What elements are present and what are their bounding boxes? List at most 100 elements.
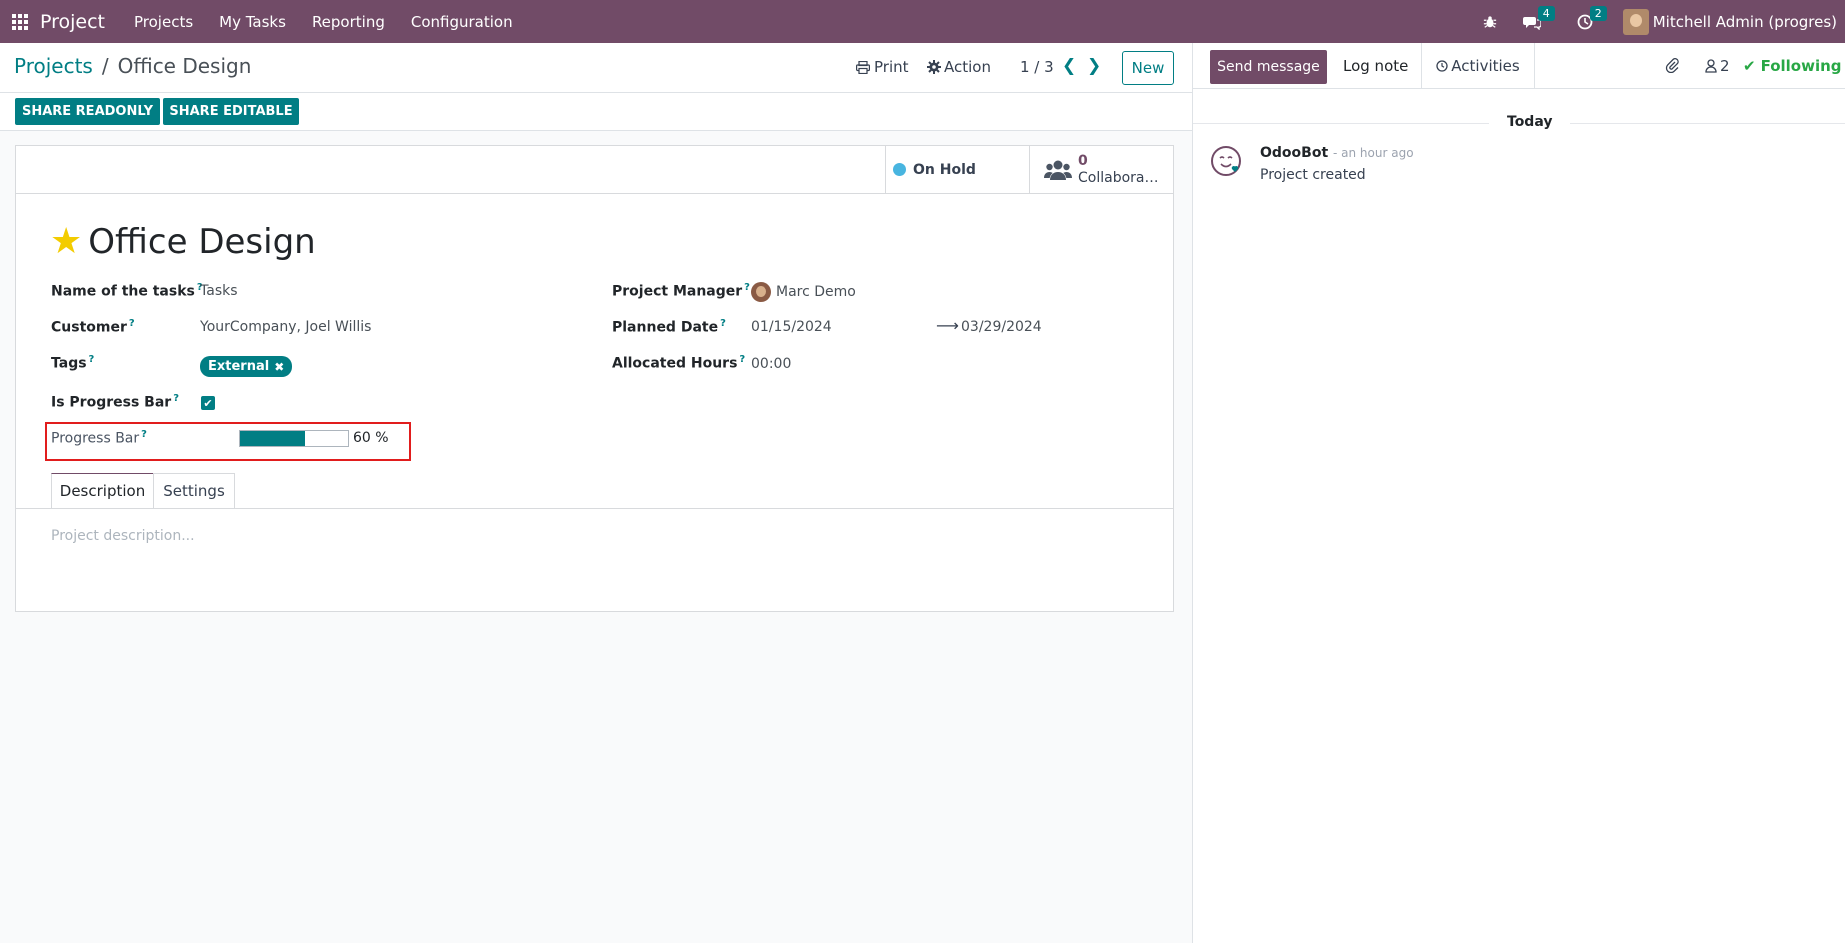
chatter-panel: Send message Log note Activities 2 ✔ Fol… [1192,43,1845,943]
tag-remove-icon[interactable]: ✖ [274,360,284,374]
pager-previous-icon[interactable]: ❮ [1062,56,1076,76]
print-icon [856,60,870,74]
favorite-star-icon[interactable]: ★ [50,224,82,260]
is-progress-label: Is Progress Bar? [51,393,179,411]
log-note-button[interactable]: Log note [1343,57,1408,75]
customer-field[interactable]: YourCompany, Joel Willis [200,319,371,335]
print-button[interactable]: Print [856,58,909,76]
project-title[interactable]: Office Design [88,222,315,262]
paperclip-icon[interactable] [1665,57,1679,73]
send-message-button[interactable]: Send message [1210,50,1327,84]
breadcrumb: Projects / Office Design [14,54,251,78]
manager-avatar [751,282,771,302]
print-label: Print [874,58,909,76]
message-time: - an hour ago [1333,146,1414,160]
activities-button[interactable]: Activities [1421,43,1535,89]
message-author: OdooBot - an hour ago [1260,145,1414,161]
description-editor[interactable]: Project description... [51,528,195,544]
status-dot-icon [893,163,906,176]
following-button[interactable]: ✔ Following [1743,57,1842,75]
pager-next-icon[interactable]: ❯ [1087,56,1101,76]
form-sheet: On Hold 0 Collabora… ★ Office Design Nam… [15,145,1174,612]
menu-reporting[interactable]: Reporting [312,13,385,31]
action-label: Action [944,58,991,76]
user-icon [1705,59,1717,73]
allocated-hours-label: Allocated Hours? [612,354,746,372]
user-menu[interactable]: Mitchell Admin (progres) [1622,8,1837,35]
following-label: Following [1760,57,1842,75]
progress-bar-fill [240,431,305,446]
gear-icon [927,60,941,74]
form-button-bar: SHARE READONLY SHARE EDITABLE [0,93,1192,131]
manager-field[interactable]: Marc Demo [751,282,856,302]
collaborators-count: 0 [1078,152,1088,169]
new-button[interactable]: New [1122,51,1174,85]
customer-label: Customer? [51,318,135,336]
progress-label: Progress Bar? [51,429,147,447]
breadcrumb-projects[interactable]: Projects [14,54,93,78]
clock-icon[interactable]: 2 [1577,5,1607,30]
author-name[interactable]: OdooBot [1260,145,1328,161]
arrow-right-icon: ⟶ [936,316,959,335]
activities-badge: 2 [1589,5,1607,21]
tab-settings[interactable]: Settings [153,473,235,509]
menu-my-tasks[interactable]: My Tasks [219,13,286,31]
help-icon[interactable]: ? [173,393,179,404]
status-button[interactable]: On Hold [885,146,1030,193]
app-brand[interactable]: Project [40,11,105,33]
bug-icon[interactable] [1483,15,1497,29]
followers-button[interactable]: 2 [1705,57,1730,75]
manager-label: Project Manager? [612,282,750,300]
planned-date-label: Planned Date? [612,318,726,336]
help-icon[interactable]: ? [720,318,726,329]
user-avatar [1622,8,1649,35]
progress-bar[interactable] [239,430,349,447]
is-progress-checkbox[interactable]: ✔ [201,396,215,410]
messages-badge: 4 [1537,5,1555,21]
title-row: ★ Office Design [50,222,316,262]
control-panel: Projects / Office Design Print Action 1 … [0,43,1192,93]
action-button[interactable]: Action [927,58,991,76]
allocated-hours-field[interactable]: 00:00 [751,356,791,372]
progress-value: 60 % [353,430,389,446]
top-navbar: Project Projects My Tasks Reporting Conf… [0,0,1845,43]
help-icon[interactable]: ? [141,429,147,440]
tab-divider [16,508,1173,509]
odoobot-avatar-icon [1211,146,1241,176]
tag-label: External [208,359,270,374]
collaborators-label: Collabora… [1078,169,1159,186]
tasks-label: Name of the tasks? [51,282,203,300]
tasks-field[interactable]: Tasks [200,283,238,299]
help-icon[interactable]: ? [89,354,95,365]
planned-end-field[interactable]: 03/29/2024 [961,319,1042,335]
pager-value[interactable]: 1 / 3 [1020,58,1054,76]
breadcrumb-current: Office Design [117,54,252,78]
chatter-topbar: Send message Log note Activities 2 ✔ Fol… [1193,43,1845,89]
user-name: Mitchell Admin (progres) [1652,12,1837,31]
share-editable-button[interactable]: SHARE EDITABLE [163,98,299,125]
planned-start-field[interactable]: 01/15/2024 [751,319,832,335]
tags-label: Tags? [51,354,95,372]
manager-name: Marc Demo [776,284,856,300]
clock-icon [1436,60,1448,72]
date-divider: Today [1489,114,1571,130]
help-icon[interactable]: ? [744,282,750,293]
share-readonly-button[interactable]: SHARE READONLY [15,98,160,125]
message-body: Project created [1260,167,1366,183]
tab-description[interactable]: Description [51,473,154,509]
check-icon: ✔ [1743,57,1756,75]
activities-label: Activities [1451,57,1520,75]
help-icon[interactable]: ? [129,318,135,329]
apps-menu-icon[interactable] [2,0,38,43]
tag-external[interactable]: External ✖ [200,356,293,377]
messages-icon[interactable]: 4 [1522,5,1555,30]
menu-configuration[interactable]: Configuration [411,13,513,31]
stat-button-bar: On Hold 0 Collabora… [16,146,1173,194]
help-icon[interactable]: ? [739,354,745,365]
breadcrumb-separator: / [101,54,109,78]
users-icon [1044,160,1072,180]
collaborators-button[interactable]: 0 Collabora… [1029,146,1173,193]
status-label: On Hold [913,161,976,178]
followers-count: 2 [1720,57,1730,75]
menu-projects[interactable]: Projects [134,13,193,31]
